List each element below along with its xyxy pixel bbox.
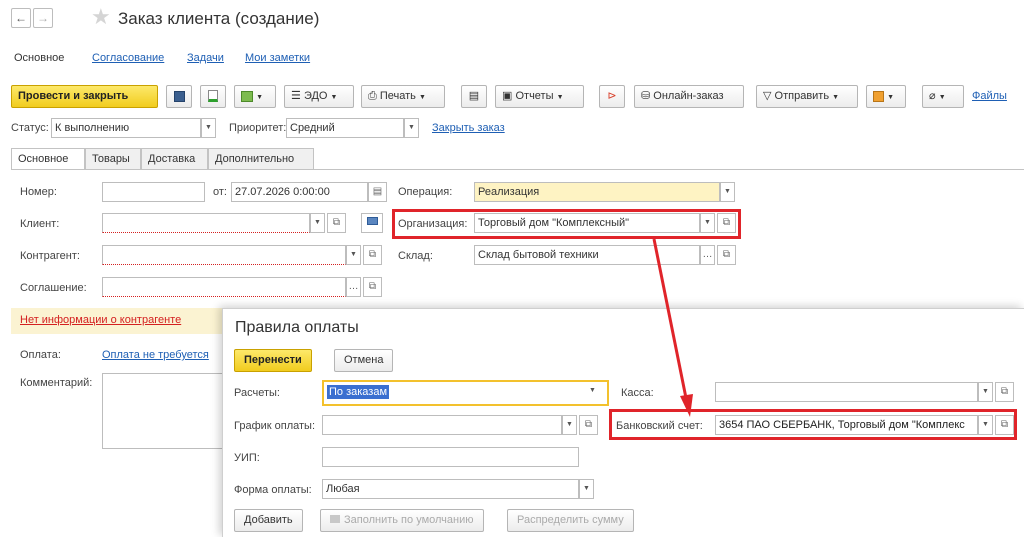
red-arrow [652, 238, 693, 417]
